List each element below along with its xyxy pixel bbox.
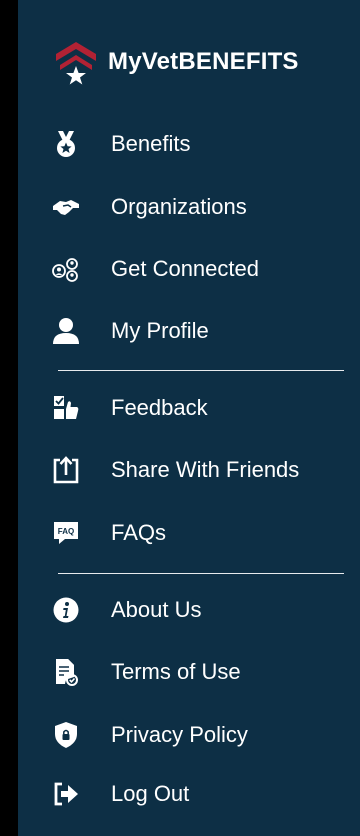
navigation-drawer: MyVetBENEFITS Benefits Organizations Get… xyxy=(18,0,360,836)
menu-label-benefits: Benefits xyxy=(111,131,191,156)
user-icon xyxy=(50,315,82,347)
logo-chevron-star-icon xyxy=(56,42,96,85)
menu-label-feedback: Feedback xyxy=(111,395,208,420)
menu-item-feedback[interactable]: Feedback xyxy=(18,384,360,432)
menu-divider xyxy=(58,573,344,574)
menu-label-logout: Log Out xyxy=(111,781,190,806)
menu-label-about: About Us xyxy=(111,597,202,622)
menu-label-faqs: FAQs xyxy=(111,520,167,545)
menu-divider xyxy=(58,370,344,371)
svg-text:FAQ: FAQ xyxy=(58,527,74,536)
share-icon xyxy=(50,454,82,486)
shield-lock-icon xyxy=(50,719,82,751)
menu-item-benefits[interactable]: Benefits xyxy=(18,120,360,168)
menu-item-share[interactable]: Share With Friends xyxy=(18,446,360,494)
menu-label-terms: Terms of Use xyxy=(111,659,241,684)
people-network-icon xyxy=(50,253,82,285)
menu-item-logout[interactable]: Log Out xyxy=(18,770,360,818)
logo-text: MyVetBENEFITS xyxy=(108,48,299,75)
menu-item-get-connected[interactable]: Get Connected xyxy=(18,245,360,293)
menu-label-organizations: Organizations xyxy=(111,194,247,219)
menu-label-share: Share With Friends xyxy=(111,457,300,482)
document-check-icon xyxy=(50,656,82,688)
menu-item-about[interactable]: About Us xyxy=(18,586,360,634)
menu-item-faqs[interactable]: FAQ FAQs xyxy=(18,509,360,557)
menu-label-get-connected: Get Connected xyxy=(111,256,259,281)
menu-item-my-profile[interactable]: My Profile xyxy=(18,307,360,355)
menu-item-organizations[interactable]: Organizations xyxy=(18,183,360,231)
faq-icon: FAQ xyxy=(50,517,82,549)
menu-item-privacy[interactable]: Privacy Policy xyxy=(18,711,360,759)
info-icon xyxy=(50,594,82,626)
handshake-icon xyxy=(50,191,82,223)
menu-label-privacy: Privacy Policy xyxy=(111,722,248,747)
feedback-icon xyxy=(50,392,82,424)
medal-icon xyxy=(50,128,82,160)
menu-label-my-profile: My Profile xyxy=(111,318,209,343)
app-logo: MyVetBENEFITS xyxy=(50,38,299,86)
menu-item-terms[interactable]: Terms of Use xyxy=(18,648,360,696)
logout-icon xyxy=(50,778,82,810)
